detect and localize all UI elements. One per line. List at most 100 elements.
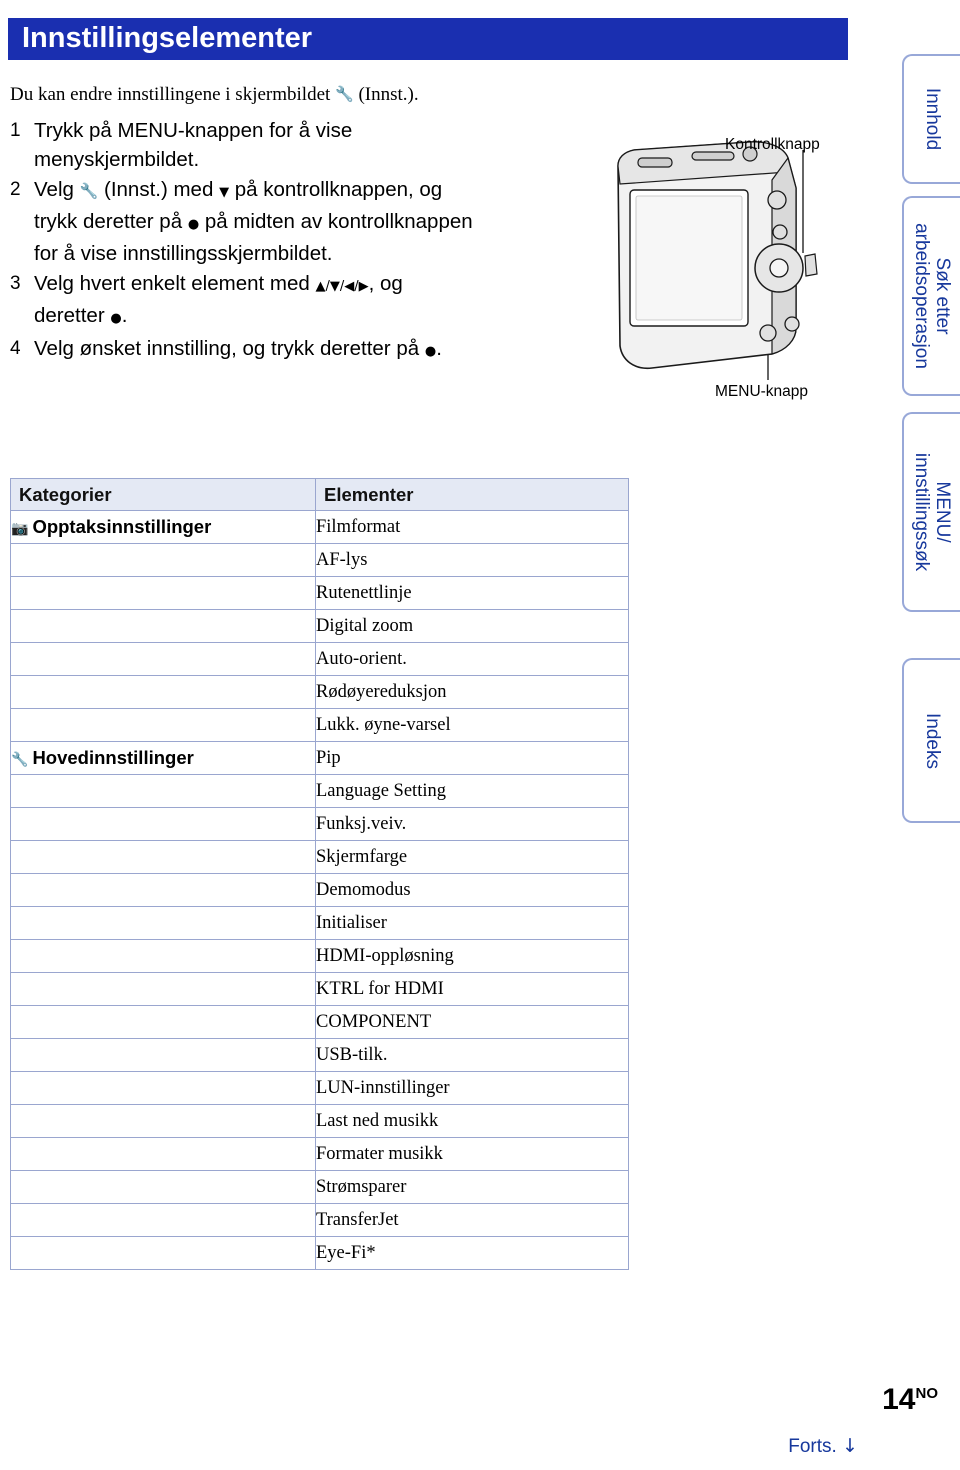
list-item: Auto-orient. <box>315 642 629 676</box>
spacer-cell <box>10 840 316 874</box>
continue-link[interactable]: Forts. ↓ <box>788 1435 858 1458</box>
spacer-cell <box>10 1038 316 1072</box>
step-4-line-1: Velg ønsket innstilling, og trykk derett… <box>34 337 442 360</box>
intro-text-before: Du kan endre innstillingene i skjermbild… <box>10 84 336 105</box>
table-row: KTRL for HDMI <box>10 972 629 1006</box>
table-row: Language Setting <box>10 774 629 808</box>
table-row: HDMI-oppløsning <box>10 939 629 973</box>
table-header-elementer: Elementer <box>315 478 629 511</box>
page-title-bar: Innstillingselementer <box>8 18 848 60</box>
down-arrow-icon: ↓ <box>842 1435 858 1457</box>
step-3: 3 Velg hvert enkelt element med ▲/▼/◀/▶,… <box>10 269 610 333</box>
table-row: 🔧 Hovedinnstillinger Pip <box>10 741 629 775</box>
down-arrow-icon: ▼ <box>219 185 230 200</box>
center-dot-icon: ● <box>187 217 200 232</box>
camera-drawing <box>617 141 818 380</box>
table-row: Skjermfarge <box>10 840 629 874</box>
step-3-line-2: deretter ●. <box>34 304 128 327</box>
list-item: Eye-Fi* <box>315 1236 629 1270</box>
continue-label: Forts. <box>788 1436 837 1457</box>
spacer-cell <box>10 609 316 643</box>
spacer-cell <box>10 576 316 610</box>
page-number-suffix: NO <box>915 1385 939 1402</box>
sidebar-item-label: Indeks <box>922 712 943 769</box>
list-item: Formater musikk <box>315 1137 629 1171</box>
table-row: Eye-Fi* <box>10 1236 629 1270</box>
center-dot-icon: ● <box>110 311 122 326</box>
table-row: Formater musikk <box>10 1137 629 1171</box>
step-4-number: 4 <box>10 338 21 359</box>
page-number-value: 14 <box>882 1383 916 1416</box>
list-item: Last ned musikk <box>315 1104 629 1138</box>
category-hovedinnstillinger: 🔧 Hovedinnstillinger <box>10 741 316 775</box>
table-row: Strømsparer <box>10 1170 629 1204</box>
table-row: LUN-innstillinger <box>10 1071 629 1105</box>
table-row: Last ned musikk <box>10 1104 629 1138</box>
step-1-line-2: menyskjermbildet. <box>34 148 200 171</box>
spacer-cell <box>10 873 316 907</box>
list-item: Digital zoom <box>315 609 629 643</box>
table-row: Funksj.veiv. <box>10 807 629 841</box>
step-2-body: Velg 🔧 (Innst.) med ▼ på kontrollknappen… <box>34 175 610 268</box>
table-row: Auto-orient. <box>10 642 629 676</box>
step-2-number: 2 <box>10 179 21 200</box>
list-item: Lukk. øyne-varsel <box>315 708 629 742</box>
sidebar-item-label-line-1: Søk etter <box>932 257 953 335</box>
toolbox-icon: 🔧 <box>79 182 99 200</box>
spacer-cell <box>10 939 316 973</box>
table-row: TransferJet <box>10 1203 629 1237</box>
step-4: 4 Velg ønsket innstilling, og trykk dere… <box>10 334 610 366</box>
camera-illustration: Kontrollknapp MENU-knapp <box>600 128 865 413</box>
intro-text-after: (Innst.). <box>353 84 419 105</box>
spacer-cell <box>10 807 316 841</box>
table-header-kategorier: Kategorier <box>10 478 316 511</box>
list-item: Filmformat <box>315 510 629 544</box>
toolbox-icon: 🔧 <box>11 752 29 768</box>
steps-list: 1 Trykk på MENU-knappen for å vise menys… <box>10 116 610 367</box>
spacer-cell <box>10 1104 316 1138</box>
table-row: 📷 Opptaksinnstillinger Filmformat <box>10 510 629 544</box>
page-number: 14NO <box>882 1383 938 1417</box>
step-3-body: Velg hvert enkelt element med ▲/▼/◀/▶, o… <box>34 269 610 333</box>
spacer-cell <box>10 1170 316 1204</box>
step-1-line-1: Trykk på MENU-knappen for å vise <box>34 119 353 142</box>
table-row: Rutenettlinje <box>10 576 629 610</box>
table-row: Digital zoom <box>10 609 629 643</box>
spacer-cell <box>10 1071 316 1105</box>
spacer-cell <box>10 774 316 808</box>
step-1-number: 1 <box>10 120 21 141</box>
sidebar-item-label-line-2: arbeidsoperasjon <box>911 223 932 369</box>
sidebar-item-sok-etter-arbeidsoperasjon[interactable]: Søk etter arbeidsoperasjon <box>902 196 960 396</box>
spacer-cell <box>10 972 316 1006</box>
sidebar-item-indeks[interactable]: Indeks <box>902 658 960 823</box>
category-opptaksinnstillinger: 📷 Opptaksinnstillinger <box>10 510 316 544</box>
step-4-body: Velg ønsket innstilling, og trykk derett… <box>34 334 610 366</box>
list-item: Demomodus <box>315 873 629 907</box>
step-2: 2 Velg 🔧 (Innst.) med ▼ på kontrollknapp… <box>10 175 610 268</box>
sidebar-item-innhold[interactable]: Innhold <box>902 54 960 184</box>
list-item: Initialiser <box>315 906 629 940</box>
list-item: Rødøyereduksjon <box>315 675 629 709</box>
sidebar-item-label: Søk etter arbeidsoperasjon <box>911 223 953 369</box>
intro-paragraph: Du kan endre innstillingene i skjermbild… <box>10 84 630 106</box>
sidebar-item-label-line-2: innstillingssøk <box>911 452 932 572</box>
list-item: Funksj.veiv. <box>315 807 629 841</box>
table-row: USB-tilk. <box>10 1038 629 1072</box>
menu-button-label: MENU-knapp <box>715 383 809 400</box>
step-1: 1 Trykk på MENU-knappen for å vise menys… <box>10 116 610 174</box>
spacer-cell <box>10 1236 316 1270</box>
step-3-number: 3 <box>10 273 21 294</box>
list-item: LUN-innstillinger <box>315 1071 629 1105</box>
control-button-label: Kontrollknapp <box>725 136 820 153</box>
sidebar-item-menu-innstillingssok[interactable]: MENU/ innstillingssøk <box>902 412 960 612</box>
table-row: Rødøyereduksjon <box>10 675 629 709</box>
list-item: Skjermfarge <box>315 840 629 874</box>
table-row: COMPONENT <box>10 1005 629 1039</box>
step-2-line-3: for å vise innstillingsskjermbildet. <box>34 242 333 265</box>
table-row: Initialiser <box>10 906 629 940</box>
table-row: Demomodus <box>10 873 629 907</box>
spacer-cell <box>10 1137 316 1171</box>
spacer-cell <box>10 1203 316 1237</box>
table-row: AF-lys <box>10 543 629 577</box>
sidebar-item-label-line-1: MENU/ <box>932 481 953 543</box>
